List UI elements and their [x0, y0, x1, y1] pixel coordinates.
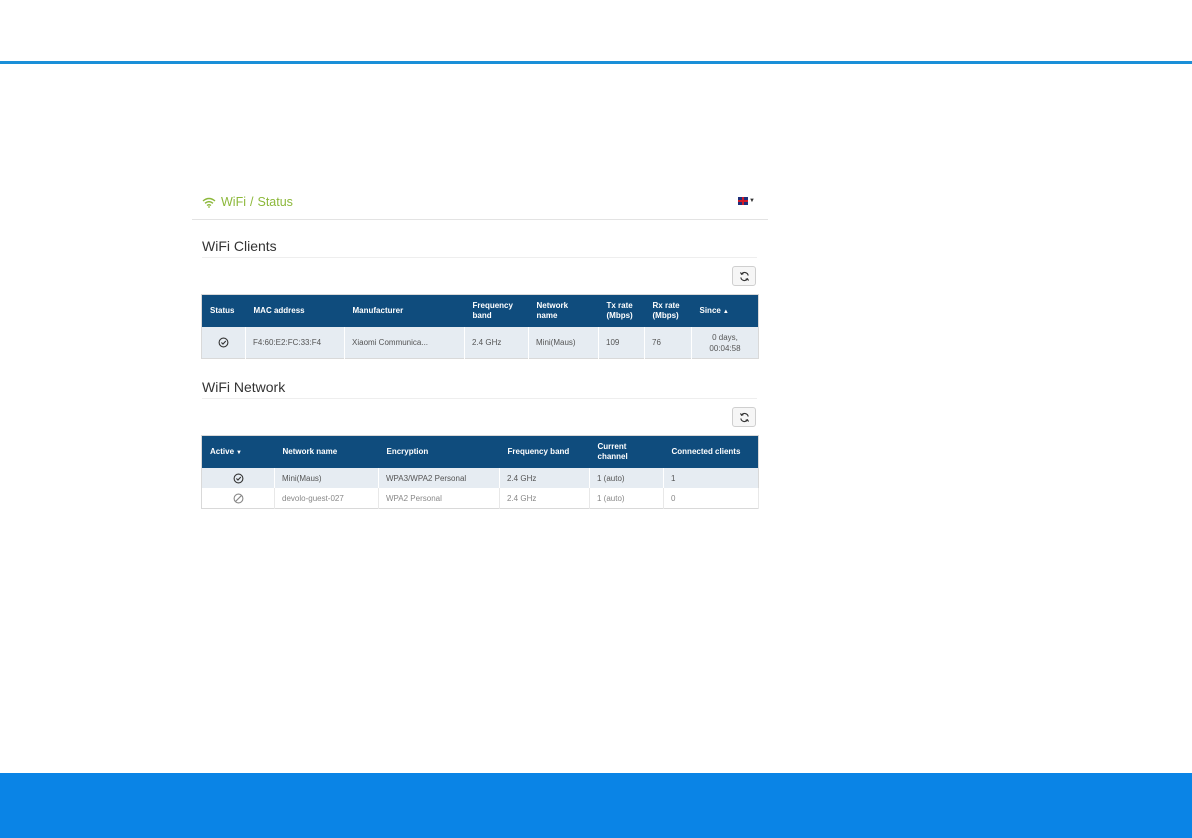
wifi-icon: [202, 197, 216, 208]
column-header-rx[interactable]: Rx rate (Mbps): [644, 294, 692, 327]
channel-cell: 1 (auto): [589, 488, 664, 509]
column-header-mac[interactable]: MAC address: [245, 294, 345, 327]
since-label: Since: [699, 305, 721, 315]
status-cell: [201, 327, 246, 359]
encryption-cell: WPA3/WPA2 Personal: [378, 468, 500, 488]
active-cell: [201, 488, 275, 509]
since-time: 00:04:58: [709, 343, 741, 353]
uk-flag-icon: [738, 197, 748, 205]
wifi-network-title: WiFi Network: [202, 379, 286, 395]
column-header-tx[interactable]: Tx rate (Mbps): [598, 294, 645, 327]
sort-ascending-icon: ▲: [722, 308, 729, 315]
band-cell: 2.4 GHz: [464, 327, 529, 359]
tx-cell: 109: [598, 327, 645, 359]
column-header-encryption[interactable]: Encryption: [378, 435, 500, 468]
network-cell: Mini(Maus): [528, 327, 599, 359]
breadcrumb-section[interactable]: WiFi: [221, 195, 246, 209]
connected-clients-cell: 1: [663, 468, 759, 488]
disabled-circle-icon: [233, 493, 243, 503]
column-header-network[interactable]: Network name: [528, 294, 599, 327]
refresh-icon: [739, 271, 749, 281]
footer-band: [0, 773, 1192, 838]
column-header-manufacturer[interactable]: Manufacturer: [344, 294, 465, 327]
table-row[interactable]: F4:60:E2:FC:33:F4 Xiaomi Communica... 2.…: [201, 327, 759, 359]
header-rule: [0, 61, 1192, 64]
column-header-since[interactable]: Since ▲: [691, 294, 759, 327]
manufacturer-cell: Xiaomi Communica...: [344, 327, 465, 359]
network-name-cell: devolo-guest-027: [274, 488, 379, 509]
refresh-icon: [739, 412, 749, 422]
column-header-channel[interactable]: Current channel: [589, 435, 664, 468]
active-label: Active: [210, 446, 235, 456]
sort-descending-icon: ▼: [236, 449, 242, 456]
wifi-clients-title: WiFi Clients: [202, 238, 277, 254]
section-divider: [202, 257, 757, 258]
check-circle-icon: [233, 473, 243, 483]
breadcrumb: WiFi / Status: [202, 195, 293, 209]
table-header-row: Active ▼ Network name Encryption Frequenc…: [201, 435, 759, 468]
connected-clients-cell: 0: [663, 488, 759, 509]
breadcrumb-page: Status: [257, 195, 293, 209]
band-cell: 2.4 GHz: [499, 468, 590, 488]
column-header-active[interactable]: Active ▼: [201, 435, 275, 468]
breadcrumb-bar: WiFi / Status ▼: [192, 188, 768, 220]
breadcrumb-separator: /: [250, 195, 254, 209]
active-cell: [201, 468, 275, 488]
refresh-network-button[interactable]: [732, 407, 756, 427]
section-divider: [202, 398, 757, 399]
since-cell: 0 days, 00:04:58: [691, 327, 759, 359]
refresh-clients-button[interactable]: [732, 266, 756, 286]
column-header-band[interactable]: Frequency band: [499, 435, 590, 468]
table-row[interactable]: devolo-guest-027 WPA2 Personal 2.4 GHz 1…: [201, 488, 759, 509]
column-header-network-name[interactable]: Network name: [274, 435, 379, 468]
wifi-clients-table: Status MAC address Manufacturer Frequenc…: [201, 294, 759, 359]
chevron-down-icon: ▼: [749, 198, 755, 204]
rx-cell: 76: [644, 327, 692, 359]
language-selector[interactable]: ▼: [738, 197, 755, 205]
since-days: 0 days,: [712, 332, 738, 342]
channel-cell: 1 (auto): [589, 468, 664, 488]
check-circle-icon: [218, 337, 229, 348]
column-header-status[interactable]: Status: [201, 294, 246, 327]
table-row[interactable]: Mini(Maus) WPA3/WPA2 Personal 2.4 GHz 1 …: [201, 468, 759, 488]
column-header-connected[interactable]: Connected clients: [663, 435, 759, 468]
band-cell: 2.4 GHz: [499, 488, 590, 509]
wifi-network-table: Active ▼ Network name Encryption Frequenc…: [201, 435, 759, 509]
encryption-cell: WPA2 Personal: [378, 488, 500, 509]
network-name-cell: Mini(Maus): [274, 468, 379, 488]
table-header-row: Status MAC address Manufacturer Frequenc…: [201, 294, 759, 327]
column-header-band[interactable]: Frequency band: [464, 294, 529, 327]
mac-cell: F4:60:E2:FC:33:F4: [245, 327, 345, 359]
